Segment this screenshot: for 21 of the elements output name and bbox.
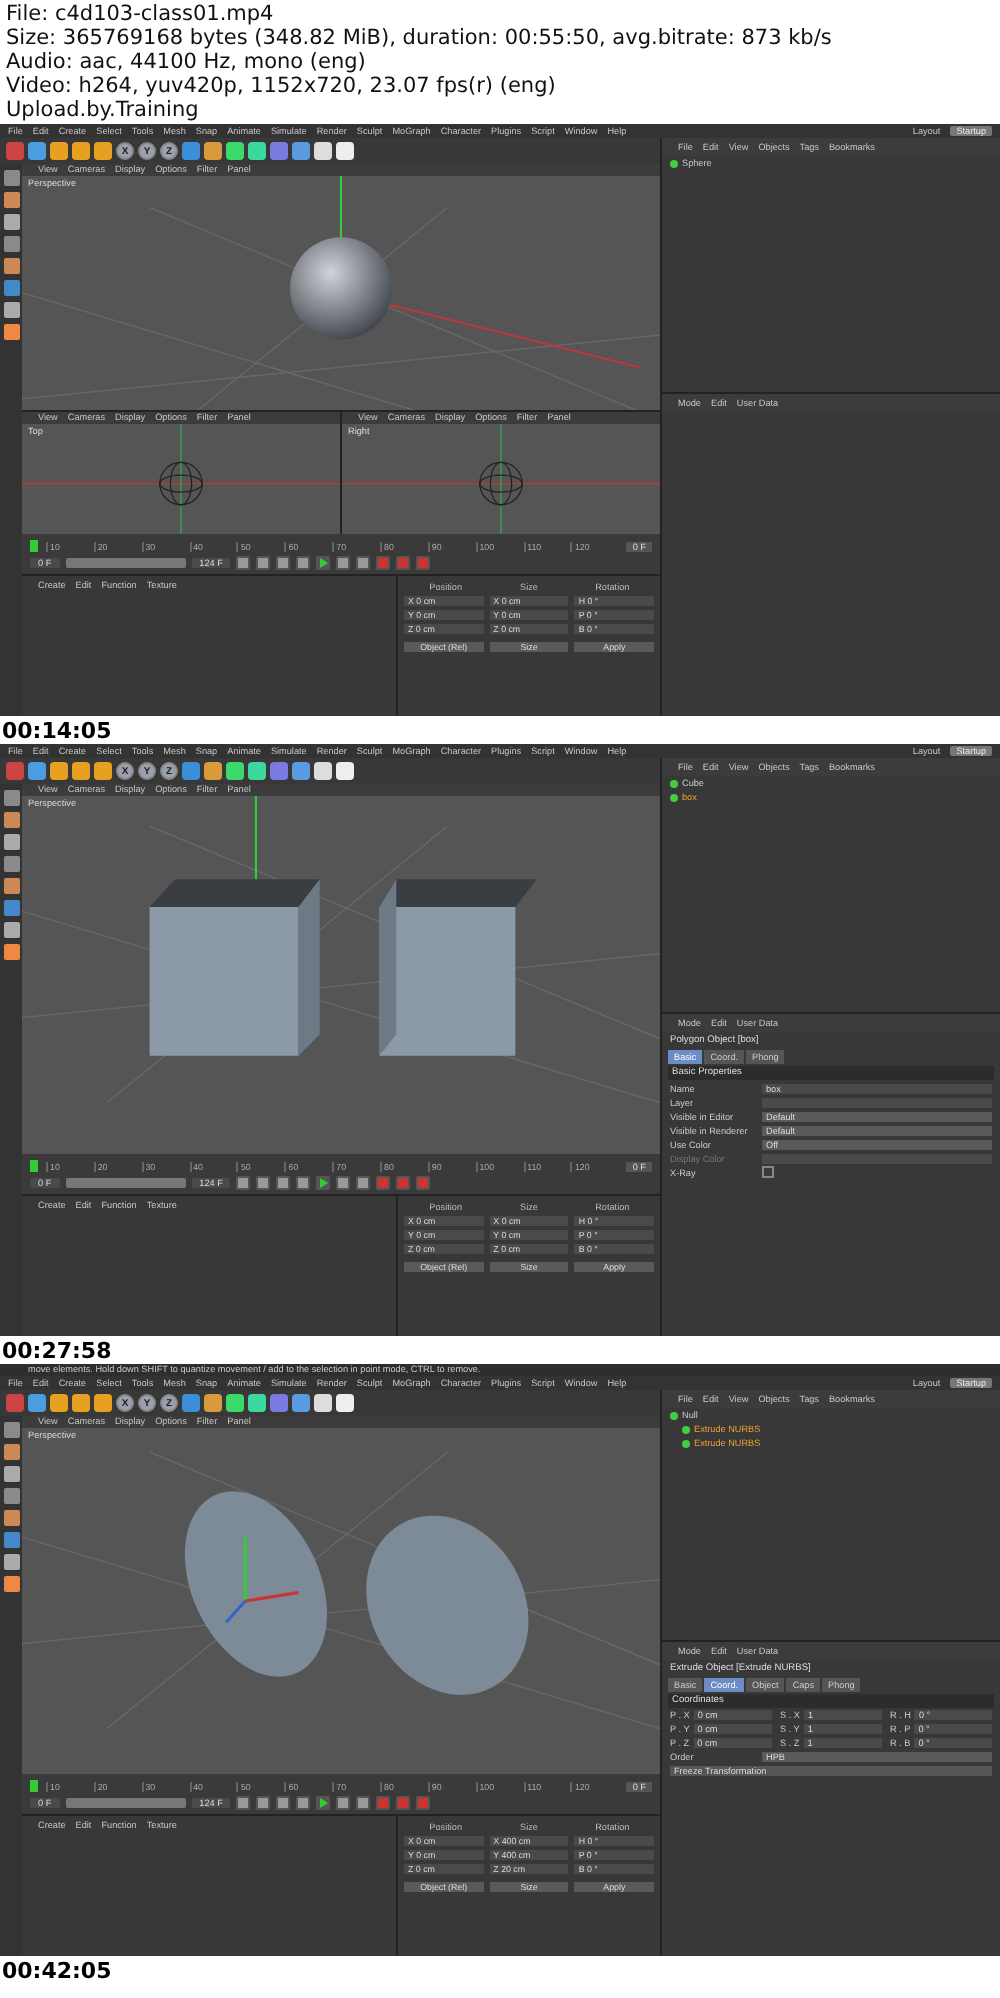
- info-line: Upload.by.Training: [6, 98, 201, 122]
- checkbox[interactable]: [762, 1166, 774, 1179]
- timestamp: 00:27:58: [0, 1337, 112, 1363]
- info-line: File: c4d103-class01.mp4: [6, 2, 276, 26]
- info-line: Video: h264, yuv420p, 1152x720, 23.07 fps(r) (eng): [6, 74, 558, 98]
- range-slider[interactable]: [65, 1798, 186, 1808]
- wireframe-sphere: [159, 461, 203, 505]
- sphere: [289, 237, 393, 340]
- info-line: Size: 365769168 bytes (348.82 MiB), duration: 00:55:50, avg.bitrate: 873 kb/s: [6, 26, 834, 50]
- info-line: Audio: aac, 44100 Hz, mono (eng): [6, 50, 368, 74]
- transport-icon[interactable]: [316, 556, 331, 570]
- timestamp: 00:42:05: [0, 1957, 112, 1983]
- wireframe-sphere: [479, 461, 523, 505]
- object-icon: [670, 159, 678, 167]
- transport-icon[interactable]: [316, 1796, 331, 1810]
- timestamp: 00:14:05: [0, 717, 112, 743]
- axis-gizmo-icon: [224, 1537, 299, 1624]
- input-field[interactable]: [762, 1153, 992, 1164]
- range-slider[interactable]: [65, 558, 186, 568]
- range-slider[interactable]: [65, 1178, 186, 1188]
- transport-icon[interactable]: [316, 1176, 331, 1190]
